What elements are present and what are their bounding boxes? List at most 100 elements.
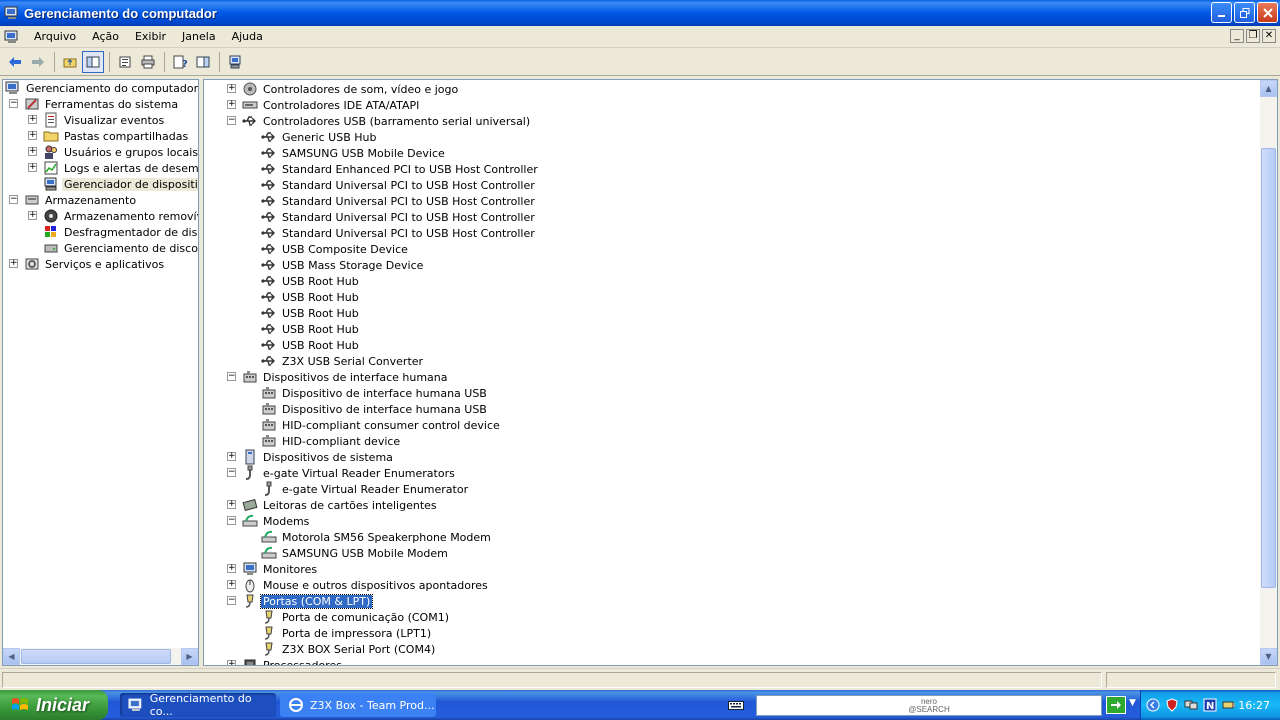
menu-arquivo[interactable]: Arquivo <box>26 28 84 45</box>
device-tree-item[interactable]: USB Root Hub <box>261 337 361 353</box>
child-restore-button[interactable]: ❐ <box>1246 29 1260 43</box>
menu-acao[interactable]: Ação <box>84 28 127 45</box>
device-tree-item[interactable]: Generic USB Hub <box>261 129 378 145</box>
show-hidden-icons-icon[interactable] <box>1146 698 1160 712</box>
usb-device-tray-icon[interactable] <box>1222 698 1236 712</box>
device-tree-item[interactable]: − Portas (COM & LPT) <box>227 593 374 609</box>
up-one-level-button[interactable] <box>59 51 81 73</box>
device-tree-item[interactable]: USB Root Hub <box>261 273 361 289</box>
console-tree-item[interactable]: Gerenciamento de disco <box>43 240 198 256</box>
device-tree-item[interactable]: Dispositivo de interface humana USB <box>261 401 489 417</box>
device-tree-item[interactable]: USB Root Hub <box>261 305 361 321</box>
show-hide-tree-button[interactable] <box>82 50 104 73</box>
collapse-minus-icon[interactable]: − <box>227 372 236 381</box>
device-tree-item[interactable]: Dispositivo de interface humana USB <box>261 385 489 401</box>
scan-hardware-button[interactable] <box>224 51 246 73</box>
vertical-scrollbar[interactable]: ▲ ▼ <box>1260 80 1277 665</box>
device-tree-item[interactable]: + Dispositivos de sistema <box>227 449 395 465</box>
device-tree-item[interactable]: USB Root Hub <box>261 321 361 337</box>
device-tree-item[interactable]: USB Root Hub <box>261 289 361 305</box>
mmc-icon[interactable] <box>4 29 20 45</box>
device-tree-item[interactable]: + Processadores <box>227 657 344 665</box>
expand-plus-icon[interactable]: + <box>227 564 236 573</box>
search-go-button[interactable] <box>1106 696 1126 714</box>
console-tree-item[interactable]: + Logs e alertas de desempen <box>28 160 198 176</box>
device-tree-item[interactable]: + Monitores <box>227 561 319 577</box>
device-tree-item[interactable]: USB Mass Storage Device <box>261 257 425 273</box>
console-tree-item[interactable]: + Armazenamento removível <box>28 208 198 224</box>
device-tree-item[interactable]: Porta de comunicação (COM1) <box>261 609 451 625</box>
back-button[interactable] <box>4 51 26 73</box>
antivirus-shield-icon[interactable] <box>1165 698 1179 712</box>
child-minimize-button[interactable]: _ <box>1230 29 1244 43</box>
properties-button[interactable] <box>114 51 136 73</box>
expand-plus-icon[interactable]: + <box>227 100 236 109</box>
collapse-minus-icon[interactable]: − <box>9 99 18 108</box>
expand-plus-icon[interactable]: + <box>28 131 37 140</box>
scroll-left-button[interactable]: ◀ <box>3 648 20 665</box>
clock[interactable]: 16:27 <box>1238 699 1270 712</box>
show-hide-action-pane-button[interactable] <box>192 51 214 73</box>
vertical-scroll-thumb[interactable] <box>1261 148 1276 588</box>
menu-exibir[interactable]: Exibir <box>127 28 174 45</box>
taskbar-item-computer-management[interactable]: Gerenciamento do co... <box>120 692 276 718</box>
collapse-minus-icon[interactable]: − <box>9 195 18 204</box>
restore-button[interactable] <box>1234 2 1255 23</box>
close-button[interactable] <box>1257 2 1278 23</box>
expand-plus-icon[interactable]: + <box>28 163 37 172</box>
console-tree-item[interactable]: − Ferramentas do sistema <box>9 96 180 112</box>
scroll-up-button[interactable]: ▲ <box>1260 80 1277 97</box>
console-tree-item[interactable]: + Pastas compartilhadas <box>28 128 190 144</box>
help-button[interactable]: ? <box>169 51 191 73</box>
menu-ajuda[interactable]: Ajuda <box>224 28 271 45</box>
device-tree-item[interactable]: + Controladores de som, vídeo e jogo <box>227 81 460 97</box>
device-tree-item[interactable]: e-gate Virtual Reader Enumerator <box>261 481 470 497</box>
expand-plus-icon[interactable]: + <box>227 452 236 461</box>
horizontal-scroll-thumb[interactable] <box>21 649 171 664</box>
device-tree-item[interactable]: SAMSUNG USB Mobile Modem <box>261 545 450 561</box>
child-close-button[interactable]: ✕ <box>1262 29 1276 43</box>
title-bar[interactable]: Gerenciamento do computador <box>0 0 1280 26</box>
expand-plus-icon[interactable]: + <box>227 660 236 665</box>
expand-plus-icon[interactable]: + <box>9 259 18 268</box>
device-tree-item[interactable]: HID-compliant consumer control device <box>261 417 502 433</box>
taskbar-item-z3x-box[interactable]: Z3X Box - Team Prod... <box>280 693 436 717</box>
scroll-down-button[interactable]: ▼ <box>1260 648 1277 665</box>
print-button[interactable] <box>137 51 159 73</box>
start-button[interactable]: Iniciar <box>0 690 108 720</box>
console-tree-item[interactable]: Desfragmentador de disco <box>43 224 198 240</box>
expand-plus-icon[interactable]: + <box>227 580 236 589</box>
device-tree-item[interactable]: Z3X BOX Serial Port (COM4) <box>261 641 437 657</box>
minimize-button[interactable] <box>1211 2 1232 23</box>
device-tree-item[interactable]: − Dispositivos de interface humana <box>227 369 450 385</box>
scroll-right-button[interactable]: ▶ <box>181 648 198 665</box>
search-dropdown-icon[interactable]: ▼ <box>1129 698 1136 708</box>
device-tree-item[interactable]: + Controladores IDE ATA/ATAPI <box>227 97 421 113</box>
collapse-minus-icon[interactable]: − <box>227 516 236 525</box>
device-tree-pane[interactable]: + Controladores de som, vídeo e jogo + Cont… <box>203 79 1278 666</box>
device-tree-item[interactable]: Standard Universal PCI to USB Host Contr… <box>261 193 537 209</box>
network-icon[interactable] <box>1184 698 1198 712</box>
device-tree-item[interactable]: + Mouse e outros dispositivos apontadores <box>227 577 490 593</box>
expand-plus-icon[interactable]: + <box>28 211 37 220</box>
keyboard-icon[interactable] <box>728 699 744 711</box>
device-tree-item[interactable]: Porta de impressora (LPT1) <box>261 625 433 641</box>
nero-tray-icon[interactable]: N <box>1203 698 1217 712</box>
expand-plus-icon[interactable]: + <box>28 115 37 124</box>
device-tree-item[interactable]: Motorola SM56 Speakerphone Modem <box>261 529 493 545</box>
device-tree-item[interactable]: − Modems <box>227 513 311 529</box>
console-tree-item[interactable]: Gerenciador de dispositivos <box>43 176 198 192</box>
device-tree-item[interactable]: Standard Enhanced PCI to USB Host Contro… <box>261 161 540 177</box>
device-tree-item[interactable]: + Leitoras de cartões inteligentes <box>227 497 439 513</box>
menu-janela[interactable]: Janela <box>174 28 224 45</box>
device-tree-item[interactable]: Standard Universal PCI to USB Host Contr… <box>261 225 537 241</box>
horizontal-scrollbar[interactable]: ◀ ▶ <box>3 648 198 665</box>
collapse-minus-icon[interactable]: − <box>227 596 236 605</box>
collapse-minus-icon[interactable]: − <box>227 468 236 477</box>
expand-plus-icon[interactable]: + <box>227 500 236 509</box>
device-tree-item[interactable]: Standard Universal PCI to USB Host Contr… <box>261 209 537 225</box>
console-tree-item[interactable]: + Usuários e grupos locais <box>28 144 198 160</box>
console-tree-item[interactable]: + Visualizar eventos <box>28 112 166 128</box>
device-tree-item[interactable]: USB Composite Device <box>261 241 410 257</box>
expand-plus-icon[interactable]: + <box>227 84 236 93</box>
